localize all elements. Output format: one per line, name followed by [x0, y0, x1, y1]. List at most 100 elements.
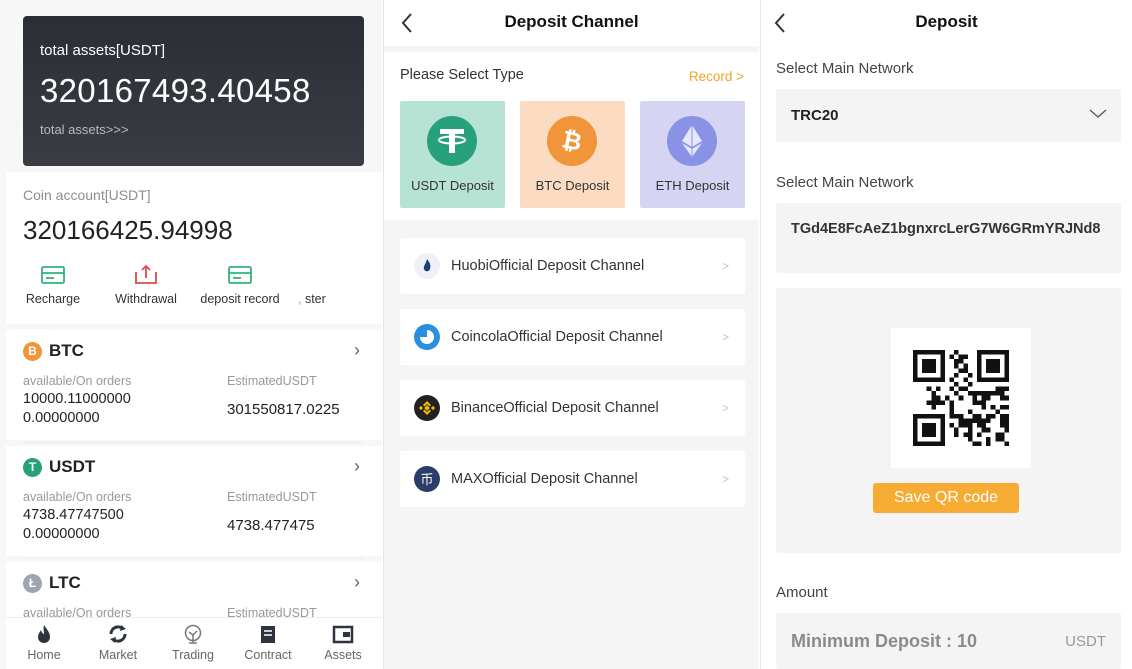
on-orders-value: 0.00000000	[23, 526, 100, 542]
withdrawal-label: Withdrawal	[115, 292, 177, 306]
network-value: TRC20	[791, 107, 839, 124]
huobi-logo-icon	[414, 253, 440, 279]
ltc-coin-icon: Ł	[23, 574, 42, 593]
available-label: available/On orders	[23, 374, 132, 388]
record-link[interactable]: Record >	[689, 69, 744, 84]
qr-section: Save QR code	[776, 288, 1121, 553]
bitcoin-icon: ₿	[547, 116, 597, 166]
btc-deposit-card[interactable]: ₿ BTC Deposit	[520, 101, 625, 208]
chevron-right-icon: >	[721, 330, 729, 344]
chevron-right-icon: ›	[354, 340, 360, 360]
total-assets-value: 320167493.40458	[40, 72, 311, 109]
usdt-deposit-card[interactable]: USDT Deposit	[400, 101, 505, 208]
binance-logo-icon	[414, 395, 440, 421]
estimated-label: EstimatedUSDT	[227, 490, 317, 504]
available-value: 10000.11000000	[23, 391, 131, 407]
estimated-value: 301550817.0225	[227, 401, 340, 418]
eth-deposit-label: ETH Deposit	[655, 178, 730, 193]
recharge-label: Recharge	[25, 292, 81, 306]
deposit-panel: Deposit Select Main Network TRC20 Select…	[760, 0, 1132, 669]
chevron-right-icon: >	[721, 259, 729, 273]
available-label: available/On orders	[23, 490, 132, 504]
coin-account-label: Coin account[USDT]	[23, 187, 151, 203]
coin-row-usdt[interactable]: T USDT › available/On orders EstimatedUS…	[6, 446, 382, 556]
row-divider	[23, 442, 364, 443]
coin-symbol: BTC	[49, 341, 84, 360]
channel-label: MAXOfficial Deposit Channel	[451, 471, 638, 487]
withdrawal-upload-icon	[135, 264, 157, 284]
channel-label: BinanceOfficial Deposit Channel	[451, 400, 659, 416]
select-type-label: Please Select Type	[400, 67, 524, 83]
usdt-deposit-label: USDT Deposit	[411, 178, 494, 193]
chevron-down-icon	[1089, 109, 1107, 118]
transfer-button[interactable]: , ster	[298, 264, 368, 306]
header: Deposit	[761, 0, 1132, 46]
trading-icon	[184, 624, 202, 644]
address-label: Select Main Network	[776, 174, 914, 191]
tab-assets[interactable]: Assets	[313, 624, 373, 662]
amount-label: Amount	[776, 584, 828, 601]
max-logo-icon: 币	[414, 466, 440, 492]
total-assets-link[interactable]: total assets>>>	[40, 122, 129, 137]
eth-deposit-card[interactable]: ETH Deposit	[640, 101, 745, 208]
channel-item-binance[interactable]: BinanceOfficial Deposit Channel >	[400, 380, 745, 436]
tab-label: Assets	[324, 648, 362, 662]
contract-icon	[261, 626, 275, 643]
deposit-type-section: Please Select Type Record > USDT Deposit…	[384, 52, 759, 220]
usdt-coin-icon: T	[23, 458, 42, 477]
chevron-right-icon: ›	[354, 572, 360, 592]
estimated-value: 4738.477475	[227, 517, 315, 534]
network-label: Select Main Network	[776, 60, 914, 77]
coincola-logo-icon	[414, 324, 440, 350]
chevron-right-icon: >	[721, 472, 729, 486]
available-value: 4738.47747500	[23, 507, 124, 523]
estimated-label: EstimatedUSDT	[227, 374, 317, 388]
coin-row-btc[interactable]: B BTC › available/On orders EstimatedUSD…	[6, 330, 382, 440]
channel-item-max[interactable]: 币 MAXOfficial Deposit Channel >	[400, 451, 745, 507]
network-select[interactable]: TRC20	[776, 89, 1121, 142]
channel-item-coincola[interactable]: CoincolaOfficial Deposit Channel >	[400, 309, 745, 365]
refresh-icon	[109, 625, 127, 643]
save-qr-button[interactable]: Save QR code	[873, 483, 1019, 513]
tab-home[interactable]: Home	[14, 624, 74, 662]
wallet-icon	[332, 625, 354, 644]
tab-market[interactable]: Market	[88, 624, 148, 662]
withdrawal-button[interactable]: Withdrawal	[96, 264, 196, 306]
tab-contract[interactable]: Contract	[238, 624, 298, 662]
tab-trading[interactable]: Trading	[163, 624, 223, 662]
tab-label: Market	[98, 648, 138, 662]
on-orders-value: 0.00000000	[23, 410, 100, 426]
amount-placeholder: Minimum Deposit : 10	[791, 631, 978, 651]
recharge-button[interactable]: Recharge	[3, 264, 103, 306]
deposit-record-label: deposit record	[200, 292, 280, 306]
recharge-card-icon	[41, 266, 65, 284]
btc-deposit-label: BTC Deposit	[535, 178, 610, 193]
deposit-address-value: TGd4E8FcAeZ1bgnxrcLerG7W6GRmYRJNd8	[791, 221, 1101, 237]
deposit-record-button[interactable]: deposit record	[190, 264, 290, 306]
deposit-address-box[interactable]: TGd4E8FcAeZ1bgnxrcLerG7W6GRmYRJNd8	[776, 203, 1121, 273]
row-divider	[23, 558, 364, 559]
amount-unit: USDT	[1065, 633, 1106, 650]
transfer-icon	[320, 264, 346, 286]
svg-text:币: 币	[420, 473, 433, 488]
header: Deposit Channel	[384, 0, 759, 46]
coin-account-value: 320166425.94998	[23, 215, 233, 245]
total-assets-card[interactable]: total assets[USDT] 320167493.40458 total…	[23, 16, 364, 166]
qr-code-icon	[913, 350, 1009, 446]
transfer-label: ster	[304, 292, 326, 306]
channel-label: HuobiOfficial Deposit Channel	[451, 258, 645, 274]
coin-account-section: Coin account[USDT] 320166425.94998 Recha…	[6, 172, 382, 324]
channel-item-huobi[interactable]: HuobiOfficial Deposit Channel >	[400, 238, 745, 294]
amount-input[interactable]: Minimum Deposit : 10 USDT	[776, 613, 1121, 669]
page-title: Deposit	[915, 12, 978, 31]
tab-label: Trading	[172, 648, 214, 662]
btc-coin-icon: B	[23, 342, 42, 361]
chevron-right-icon: ›	[354, 456, 360, 476]
tab-label: Contract	[244, 648, 292, 662]
svg-text:₿: ₿	[560, 125, 585, 156]
coin-symbol: LTC	[49, 573, 81, 592]
page-title: Deposit Channel	[504, 12, 639, 31]
chevron-right-icon: >	[721, 401, 729, 415]
total-assets-label: total assets[USDT]	[40, 42, 166, 59]
bottom-tab-bar: Home Market Trading Contract Assets	[6, 617, 382, 669]
